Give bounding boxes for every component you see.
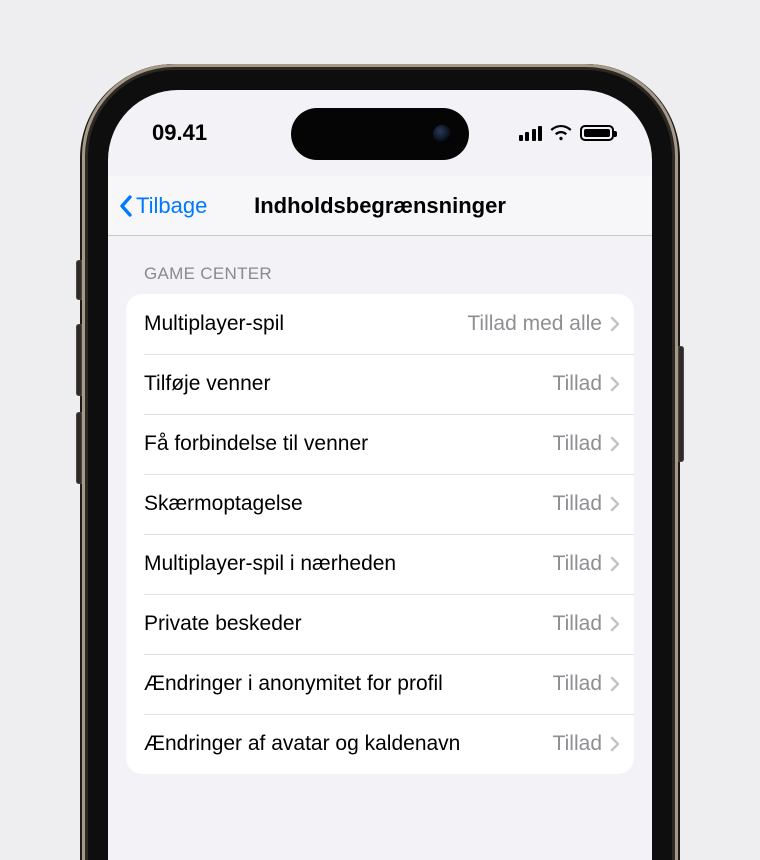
volume-up-button — [76, 324, 82, 396]
row-value: Tillad — [553, 732, 602, 756]
row-connect-with-friends[interactable]: Få forbindelse til venner Tillad — [126, 414, 634, 474]
row-label: Ændringer i anonymitet for profil — [144, 672, 553, 696]
row-value: Tillad — [553, 612, 602, 636]
phone-frame: 09.41 — [82, 64, 678, 860]
row-label: Tilføje venner — [144, 372, 553, 396]
back-label: Tilbage — [136, 193, 207, 219]
chevron-right-icon — [610, 316, 620, 332]
status-bar: 09.41 — [108, 90, 652, 176]
row-avatar-nickname-changes[interactable]: Ændringer af avatar og kaldenavn Tillad — [126, 714, 634, 774]
back-button[interactable]: Tilbage — [108, 193, 207, 219]
chevron-left-icon — [118, 194, 134, 218]
row-value: Tillad — [553, 492, 602, 516]
row-label: Skærmoptagelse — [144, 492, 553, 516]
row-multiplayer-games[interactable]: Multiplayer-spil Tillad med alle — [126, 294, 634, 354]
row-value: Tillad — [553, 552, 602, 576]
row-label: Få forbindelse til venner — [144, 432, 553, 456]
row-nearby-multiplayer[interactable]: Multiplayer-spil i nærheden Tillad — [126, 534, 634, 594]
chevron-right-icon — [610, 736, 620, 752]
row-label: Multiplayer-spil — [144, 312, 467, 336]
mute-switch — [76, 260, 82, 300]
row-value: Tillad — [553, 672, 602, 696]
screen: 09.41 — [108, 90, 652, 860]
cellular-icon — [519, 125, 543, 141]
battery-icon — [580, 125, 614, 141]
row-value: Tillad — [553, 432, 602, 456]
chevron-right-icon — [610, 376, 620, 392]
chevron-right-icon — [610, 616, 620, 632]
row-label: Private beskeder — [144, 612, 553, 636]
row-value: Tillad med alle — [467, 312, 602, 336]
nav-header: Tilbage Indholdsbegrænsninger — [108, 176, 652, 236]
chevron-right-icon — [610, 676, 620, 692]
page-title: Indholdsbegrænsninger — [254, 193, 506, 219]
row-label: Ændringer af avatar og kaldenavn — [144, 732, 553, 756]
content: GAME CENTER Multiplayer-spil Tillad med … — [108, 236, 652, 860]
status-indicators — [519, 125, 615, 141]
chevron-right-icon — [610, 556, 620, 572]
settings-list: Multiplayer-spil Tillad med alle Tilføje… — [126, 294, 634, 774]
row-profile-privacy-changes[interactable]: Ændringer i anonymitet for profil Tillad — [126, 654, 634, 714]
row-value: Tillad — [553, 372, 602, 396]
wifi-icon — [550, 125, 572, 141]
status-time: 09.41 — [152, 120, 207, 146]
power-button — [678, 346, 684, 462]
phone-bezel: 09.41 — [88, 70, 672, 860]
chevron-right-icon — [610, 496, 620, 512]
row-private-messaging[interactable]: Private beskeder Tillad — [126, 594, 634, 654]
row-adding-friends[interactable]: Tilføje venner Tillad — [126, 354, 634, 414]
section-header: GAME CENTER — [126, 264, 634, 294]
row-label: Multiplayer-spil i nærheden — [144, 552, 553, 576]
row-screen-recording[interactable]: Skærmoptagelse Tillad — [126, 474, 634, 534]
stage: 09.41 — [0, 0, 760, 860]
chevron-right-icon — [610, 436, 620, 452]
volume-down-button — [76, 412, 82, 484]
